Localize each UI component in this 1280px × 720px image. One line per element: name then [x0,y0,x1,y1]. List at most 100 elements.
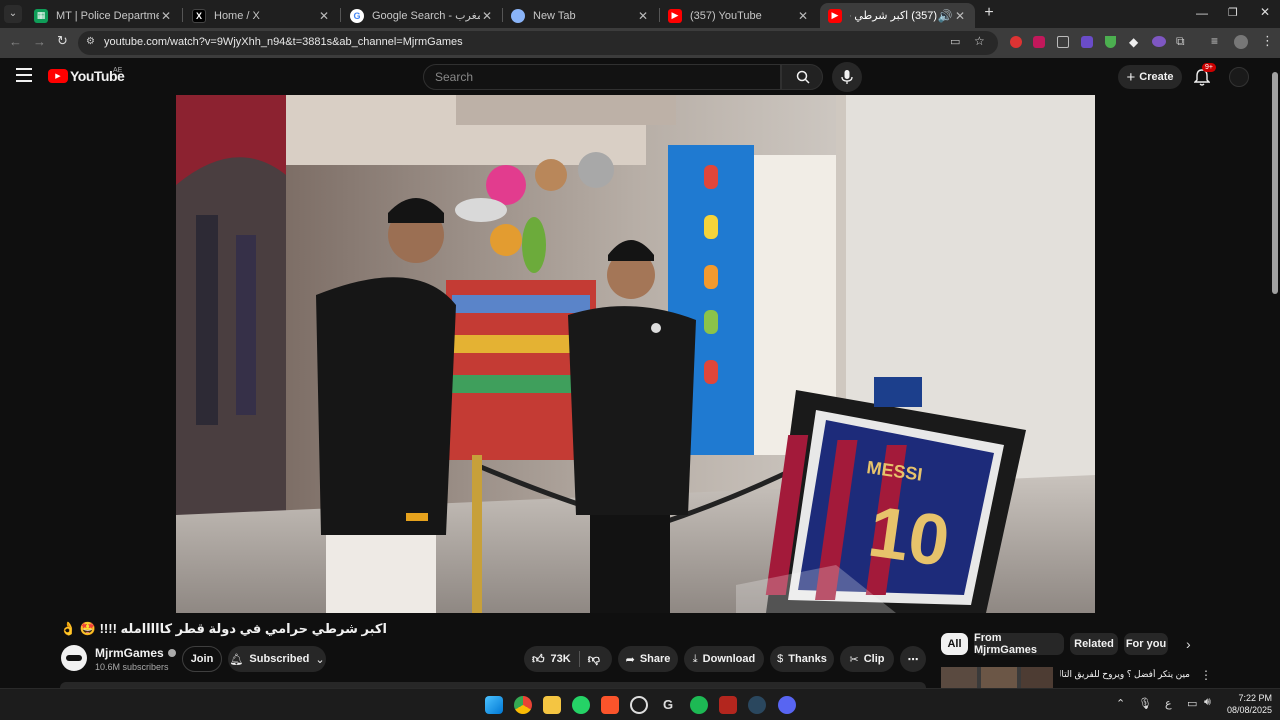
video-frame: MESSI 10 [176,95,1095,613]
sync-app-icon[interactable] [630,696,648,714]
reload-icon[interactable]: ↻ [57,33,68,49]
create-button[interactable]: + Create [1118,65,1182,89]
notifications-button[interactable]: 9+ [1192,63,1216,87]
audio-playing-icon[interactable]: 🔊 [937,9,953,23]
tab-title: MT | Police Departments v7.0 [56,9,159,22]
forward-icon[interactable]: → [33,34,46,49]
whatsapp-icon[interactable] [572,696,590,714]
discord-icon[interactable] [778,696,796,714]
verified-check-icon [167,649,176,657]
download-label: Download [702,653,756,665]
address-bar[interactable]: ⚙ youtube.com/watch?v=9WjyXhh_n94&t=3881… [78,31,998,55]
search-button[interactable] [781,64,823,90]
up-next-title[interactable]: مين يتكر أفضل ؟ ويروح للفريق التالي [1060,669,1190,680]
close-tab-icon[interactable]: ✕ [636,9,650,23]
browser-tab-new[interactable]: New Tab ✕ [503,3,658,28]
clock-time[interactable]: 7:22 PM [1222,693,1272,703]
hamburger-menu-icon[interactable] [16,68,32,82]
steam-icon[interactable] [748,696,766,714]
like-button[interactable]: 👍︎ 73K [532,652,571,667]
close-tab-icon[interactable]: ✕ [159,9,173,23]
windows-start-icon[interactable] [485,696,503,714]
chip-from-channel[interactable]: From MjrmGames [974,632,1064,656]
bookmark-star-icon[interactable]: ☆ [974,34,985,48]
cast-icon[interactable]: ▭ [950,35,960,48]
browser-tab-youtube[interactable]: ▶ (357) YouTube ✕ [660,3,818,28]
tab-search-dropdown[interactable]: ⌄ [4,5,22,23]
minimize-window-icon[interactable]: — [1196,6,1210,20]
channel-avatar[interactable] [61,645,87,671]
tray-mic-icon[interactable]: 🎙︎ [1138,697,1152,710]
thumbs-down-icon[interactable]: 👎︎ [588,652,600,667]
chip-related[interactable]: Related [1070,633,1118,655]
spotify-icon[interactable] [690,696,708,714]
chevron-down-icon: ⌄ [315,653,325,666]
scrollbar-thumb[interactable] [1272,72,1278,294]
browser-tab-google[interactable]: G Google Search - صلاة المغرب ✕ [342,3,502,28]
extension-icon-6[interactable]: ◆ [1129,35,1138,49]
channel-name[interactable]: MjrmGames [95,646,176,660]
clock-date[interactable]: 08/08/2025 [1222,705,1272,715]
microphone-icon [841,70,853,84]
shield-icon[interactable] [1105,36,1116,48]
volume-icon[interactable]: 🔊︎ [1204,696,1211,709]
extension-icon-2[interactable] [1033,36,1045,48]
more-actions-button[interactable]: ⋯ [900,646,926,672]
chip-all[interactable]: All [941,633,968,655]
reading-list-icon[interactable]: ≡ [1211,34,1218,48]
close-window-icon[interactable]: ✕ [1260,5,1274,19]
video-title: اكبر شرطي حرامي في دولة قطر كااااامله !!… [60,621,387,636]
tab-title: New Tab [533,9,576,22]
like-dislike-group: 👍︎ 73K 👎︎ [524,646,612,672]
voice-search-button[interactable] [832,62,862,92]
clip-button[interactable]: ✂ Clip [840,646,894,672]
network-icon[interactable]: ▭ [1187,697,1197,710]
up-next-thumbnail[interactable] [941,667,1053,688]
back-icon[interactable]: ← [9,34,22,49]
bell-icon: 🔔︎ [229,653,244,666]
eye-extension-icon[interactable] [1152,36,1166,47]
close-tab-icon[interactable]: ✕ [796,9,810,23]
download-button[interactable]: ⤓ Download [684,646,764,672]
youtube-masthead: ▶ YouTube AE Search [0,58,1270,96]
more-vertical-icon[interactable]: ⋮ [1200,668,1212,682]
share-button[interactable]: ➦ Share [618,646,678,672]
brave-icon[interactable] [601,696,619,714]
chrome-icon[interactable] [514,696,532,714]
browser-tab-x[interactable]: X Home / X ✕ [184,3,339,28]
chevron-right-icon[interactable]: › [1186,636,1191,652]
share-arrow-icon: ➦ [625,653,635,666]
browser-tab-police[interactable]: ▦ MT | Police Departments v7.0 ✕ [26,3,181,28]
browser-menu-icon[interactable]: ⋮ [1261,33,1274,49]
extensions-puzzle-icon[interactable]: ⧉ [1176,34,1185,49]
app-icon-g[interactable]: G [659,696,677,714]
close-tab-icon[interactable]: ✕ [480,9,494,23]
tray-chevron-up-icon[interactable]: ⌃ [1116,697,1125,710]
new-tab-button[interactable]: + [980,4,998,22]
language-indicator[interactable]: ع [1165,697,1172,710]
subscribed-button[interactable]: 🔔︎ Subscribed ⌄ [228,646,326,672]
file-explorer-icon[interactable] [543,696,561,714]
browser-tab-active-video[interactable]: ▶ (357) اكبر شرطي حرامي في 🔊 ✕ [820,3,975,28]
extension-icon-3[interactable] [1057,36,1069,48]
close-tab-icon[interactable]: ✕ [953,9,967,23]
restore-window-icon[interactable]: ❐ [1228,6,1242,19]
chip-for-you[interactable]: For you [1124,633,1168,655]
extension-icon-4[interactable] [1081,36,1093,48]
windows-taskbar: G ⌃ 🎙︎ ع ▭ 🔊︎ 7:22 PM 08/08/2025 [0,688,1280,720]
close-tab-icon[interactable]: ✕ [317,9,331,23]
create-label: Create [1139,71,1174,83]
video-player[interactable]: MESSI 10 [176,95,1095,613]
app-icon-red[interactable] [719,696,737,714]
youtube-icon: ▶ [668,8,682,23]
download-icon: ⤓ [692,652,698,665]
thanks-button[interactable]: $ Thanks [770,646,834,672]
search-input[interactable]: Search [423,64,781,90]
plus-icon: + [1126,68,1136,86]
page-scrollbar[interactable] [1270,58,1280,688]
extension-icon-1[interactable] [1010,36,1022,48]
site-info-icon[interactable]: ⚙ [86,36,95,47]
account-avatar[interactable] [1229,67,1249,87]
profile-avatar[interactable] [1234,35,1248,49]
join-button[interactable]: Join [182,646,222,672]
